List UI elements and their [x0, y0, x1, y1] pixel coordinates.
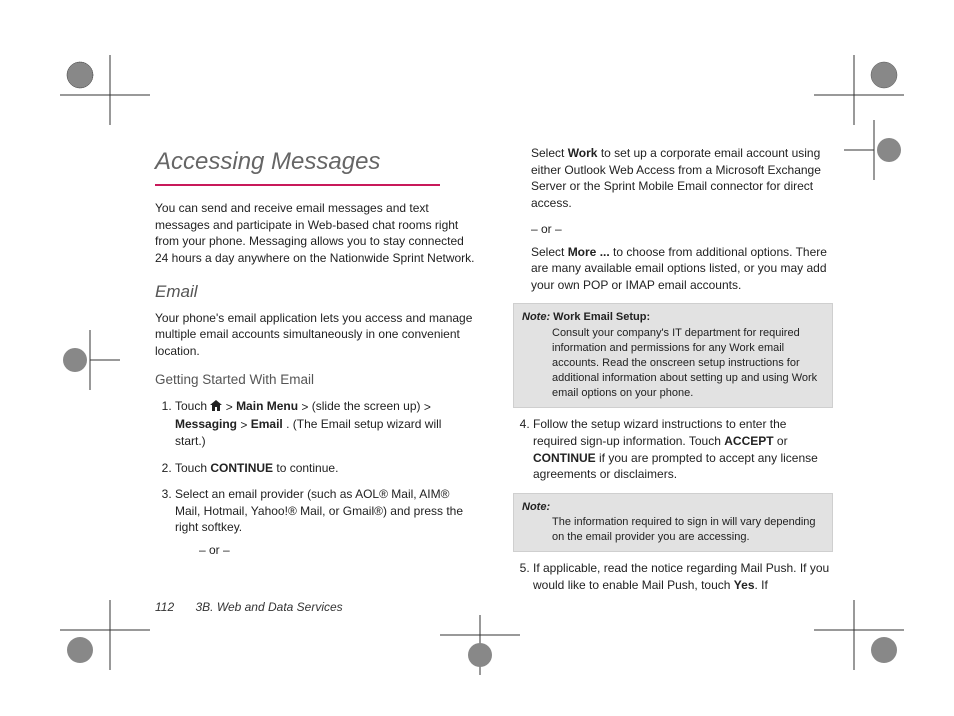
step-4: Follow the setup wizard instructions to … — [533, 416, 833, 482]
gt-icon: > — [226, 399, 233, 416]
step-2a: Touch — [175, 461, 210, 475]
step-4c: or — [774, 434, 788, 448]
crop-mark-right-upper — [844, 120, 904, 180]
steps-list: Touch > Main Menu > (slide the screen up… — [155, 398, 475, 558]
gt-icon: > — [424, 399, 431, 416]
page-title: Accessing Messages — [155, 145, 475, 178]
select-work: Select Work to set up a corporate email … — [531, 145, 833, 211]
step-2: Touch CONTINUE to continue. — [175, 460, 475, 477]
column-left: Accessing Messages You can send and rece… — [155, 145, 475, 603]
select-work-b: Work — [568, 146, 598, 160]
crop-mark-top-right — [814, 55, 904, 125]
intro-paragraph: You can send and receive email messages … — [155, 200, 475, 266]
step-1-email: Email — [251, 417, 283, 431]
gt-icon: > — [301, 399, 308, 416]
crop-mark-mid-left — [60, 330, 120, 390]
select-more-a: Select — [531, 245, 568, 259]
crop-mark-bottom-right — [814, 600, 904, 670]
heading-getting-started: Getting Started With Email — [155, 371, 475, 390]
select-work-a: Select — [531, 146, 568, 160]
steps-list-cont: Follow the setup wizard instructions to … — [513, 416, 833, 482]
page-body: Accessing Messages You can send and rece… — [155, 145, 835, 603]
step-2c: to continue. — [273, 461, 338, 475]
note-body: Consult your company's IT department for… — [552, 326, 824, 402]
or-separator-2: – or – — [531, 221, 833, 238]
section-label: 3B. Web and Data Services — [195, 600, 342, 614]
page-number: 112 — [155, 600, 174, 614]
step-1-pre: Touch — [175, 399, 210, 413]
gt-icon: > — [240, 417, 247, 434]
select-more-b: More ... — [568, 245, 610, 259]
step-5c: . If — [755, 578, 768, 592]
page-footer: 112 3B. Web and Data Services — [155, 600, 343, 614]
crop-mark-bottom-left — [60, 600, 150, 670]
step-1-mid: (slide the screen up) — [312, 399, 424, 413]
step-2b: CONTINUE — [210, 461, 273, 475]
step-5b: Yes — [734, 578, 755, 592]
step-3: Select an email provider (such as AOL® M… — [175, 486, 475, 558]
column-right: Select Work to set up a corporate email … — [513, 145, 833, 603]
crop-mark-top-left — [60, 55, 150, 125]
select-more: Select More ... to choose from additiona… — [531, 244, 833, 294]
email-intro: Your phone's email application lets you … — [155, 310, 475, 360]
step-3-text: Select an email provider (such as AOL® M… — [175, 487, 463, 534]
note-signin: Note: The information required to sign i… — [513, 493, 833, 553]
note2-body: The information required to sign in will… — [552, 515, 824, 545]
note2-label: Note: — [522, 501, 550, 513]
step-1-mainmenu: Main Menu — [236, 399, 298, 413]
step-4d: CONTINUE — [533, 451, 596, 465]
or-separator: – or – — [199, 542, 475, 559]
crop-mark-bottom-center — [440, 615, 520, 675]
steps-list-cont2: If applicable, read the notice regarding… — [513, 560, 833, 593]
note-title: Work Email Setup: — [553, 311, 650, 323]
step-1-messaging: Messaging — [175, 417, 237, 431]
step-5: If applicable, read the notice regarding… — [533, 560, 833, 593]
step-4b: ACCEPT — [724, 434, 773, 448]
heading-email: Email — [155, 280, 475, 303]
step-1: Touch > Main Menu > (slide the screen up… — [175, 398, 475, 450]
home-icon — [210, 399, 222, 416]
step-5a: If applicable, read the notice regarding… — [533, 561, 829, 592]
title-rule — [155, 184, 440, 186]
note-label: Note: — [522, 311, 550, 323]
note-work-email: Note: Work Email Setup: Consult your com… — [513, 303, 833, 408]
